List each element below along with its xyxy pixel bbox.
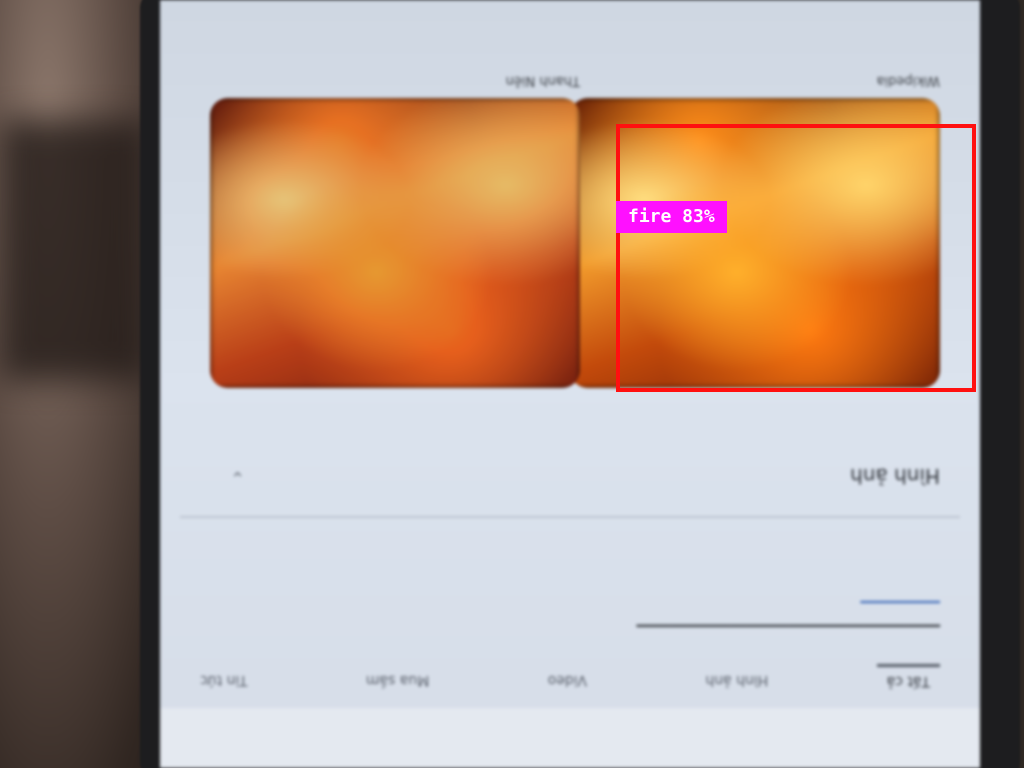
search-bar — [160, 708, 980, 768]
card-source: Thanh Niên — [505, 73, 580, 88]
card-source: Wikipedia — [876, 73, 940, 88]
tab-news: Tin tức — [200, 672, 248, 688]
divider — [180, 516, 960, 518]
tab-videos: Video — [547, 672, 587, 688]
chevron-down-icon: ⌄ — [230, 467, 246, 488]
detection-box — [616, 124, 976, 392]
section-title: Hình ảnh — [850, 464, 940, 488]
tab-shopping: Mua sắm — [365, 672, 430, 688]
tab-images: Hình ảnh — [705, 672, 769, 688]
result-link: ━━━━━━━━━━━ — [860, 595, 940, 609]
tab-all: Tất cả — [876, 664, 940, 696]
hand-shadow — [0, 120, 150, 380]
result-title: ━━━━━━━━━━━━━━━━━━━━━━━━━━━━━━━━━━━━ — [636, 617, 940, 633]
search-tabs: Tất cả Hình ảnh Video Mua sắm Tin tức — [190, 660, 940, 700]
fire-image — [210, 98, 580, 388]
photo-scene: Tất cả Hình ảnh Video Mua sắm Tin tức ━━… — [0, 0, 1024, 768]
search-result: ━━━━━━━━━━━━━━━━━━━━━━━━━━━━━━━━━━━━ ━━━… — [200, 595, 940, 633]
detection-label: fire 83% — [616, 201, 727, 233]
image-card — [210, 98, 580, 388]
